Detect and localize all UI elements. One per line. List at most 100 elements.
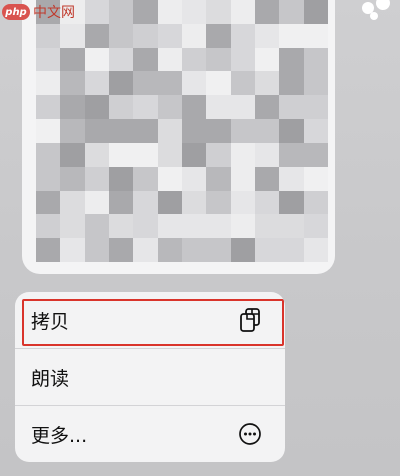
mosaic-tile xyxy=(60,47,85,72)
mosaic-tile xyxy=(230,119,255,143)
watermark-text: 中文网 xyxy=(33,5,75,21)
mosaic-tile xyxy=(133,23,158,48)
mosaic-tile xyxy=(157,214,182,239)
mosaic-tile xyxy=(279,0,304,24)
mosaic-tile xyxy=(182,214,207,239)
mosaic-tile xyxy=(133,142,158,167)
mosaic-tile xyxy=(157,119,182,143)
mosaic-tile xyxy=(206,119,231,143)
mosaic-tile xyxy=(230,71,255,96)
mosaic-tile xyxy=(182,23,207,48)
mosaic-tile xyxy=(303,0,328,24)
mosaic-tile xyxy=(182,190,207,215)
mosaic-tile xyxy=(84,119,109,143)
mosaic-tile xyxy=(133,190,158,215)
mosaic-tile xyxy=(206,166,231,191)
mosaic-tile xyxy=(303,47,328,72)
mosaic-tile xyxy=(84,47,109,72)
mosaic-tile xyxy=(109,0,134,24)
mosaic-tile xyxy=(133,238,158,262)
menu-item-more-label: 更多... xyxy=(31,424,88,447)
menu-item-speak[interactable]: 朗读 xyxy=(15,349,285,405)
mosaic-tile xyxy=(255,166,280,191)
mosaic-tile xyxy=(157,23,182,48)
mosaic-tile xyxy=(133,0,158,24)
mosaic-tile xyxy=(279,71,304,96)
menu-item-more[interactable]: 更多... xyxy=(15,406,285,462)
mosaic-tile xyxy=(303,119,328,143)
mosaic-tile xyxy=(60,71,85,96)
mosaic-tile xyxy=(182,95,207,120)
mosaic-tile xyxy=(255,71,280,96)
mosaic-tile xyxy=(84,23,109,48)
mosaic-tile xyxy=(182,0,207,24)
mosaic-tile xyxy=(157,238,182,262)
mosaic-tile xyxy=(109,119,134,143)
mosaic-tile xyxy=(36,71,61,96)
mosaic-tile xyxy=(157,166,182,191)
mosaic-tile xyxy=(84,166,109,191)
mosaic-tile xyxy=(230,190,255,215)
context-menu: 拷贝 朗读 更多... xyxy=(15,292,285,462)
mosaic-tile xyxy=(230,0,255,24)
mosaic-tile xyxy=(133,214,158,239)
mosaic-tile xyxy=(109,23,134,48)
watermark-logo: php xyxy=(2,4,30,20)
mosaic-tile xyxy=(36,214,61,239)
mosaic-tile xyxy=(133,47,158,72)
mosaic-tile xyxy=(206,214,231,239)
message-preview xyxy=(22,0,335,274)
mosaic-tile xyxy=(182,71,207,96)
mosaic-tile xyxy=(182,166,207,191)
pixelated-content xyxy=(36,0,328,262)
mosaic-tile xyxy=(84,190,109,215)
mosaic-tile xyxy=(60,23,85,48)
menu-item-copy[interactable]: 拷贝 xyxy=(15,292,285,348)
mosaic-tile xyxy=(84,214,109,239)
mosaic-tile xyxy=(230,95,255,120)
mosaic-tile xyxy=(279,214,304,239)
mosaic-tile xyxy=(230,166,255,191)
mosaic-tile xyxy=(255,0,280,24)
mosaic-tile xyxy=(230,238,255,262)
mosaic-tile xyxy=(157,142,182,167)
mosaic-tile xyxy=(109,190,134,215)
mosaic-tile xyxy=(279,238,304,262)
mosaic-tile xyxy=(36,95,61,120)
mosaic-tile xyxy=(303,214,328,239)
mosaic-tile xyxy=(182,119,207,143)
menu-item-speak-label: 朗读 xyxy=(31,367,70,390)
mosaic-tile xyxy=(182,142,207,167)
mosaic-tile xyxy=(255,142,280,167)
mosaic-tile xyxy=(206,47,231,72)
mosaic-tile xyxy=(84,95,109,120)
mosaic-tile xyxy=(84,71,109,96)
mosaic-tile xyxy=(60,119,85,143)
mosaic-tile xyxy=(133,166,158,191)
mosaic-tile xyxy=(255,190,280,215)
mosaic-tile xyxy=(255,238,280,262)
mosaic-tile xyxy=(60,190,85,215)
mosaic-tile xyxy=(303,238,328,262)
mosaic-tile xyxy=(36,190,61,215)
mosaic-tile xyxy=(157,95,182,120)
mosaic-tile xyxy=(206,23,231,48)
mosaic-tile xyxy=(230,214,255,239)
menu-item-copy-label: 拷贝 xyxy=(31,310,70,333)
mosaic-tile xyxy=(60,95,85,120)
mosaic-tile xyxy=(36,119,61,143)
mosaic-tile xyxy=(109,214,134,239)
mosaic-tile xyxy=(109,47,134,72)
mosaic-tile xyxy=(133,95,158,120)
mosaic-tile xyxy=(109,166,134,191)
mosaic-tile xyxy=(303,190,328,215)
mosaic-tile xyxy=(303,23,328,48)
mosaic-tile xyxy=(109,95,134,120)
mosaic-tile xyxy=(84,238,109,262)
watermark: php 中文网 xyxy=(2,2,75,22)
mosaic-tile xyxy=(182,238,207,262)
mosaic-tile xyxy=(157,47,182,72)
mosaic-tile xyxy=(255,119,280,143)
mosaic-tile xyxy=(206,238,231,262)
mosaic-tile xyxy=(303,95,328,120)
